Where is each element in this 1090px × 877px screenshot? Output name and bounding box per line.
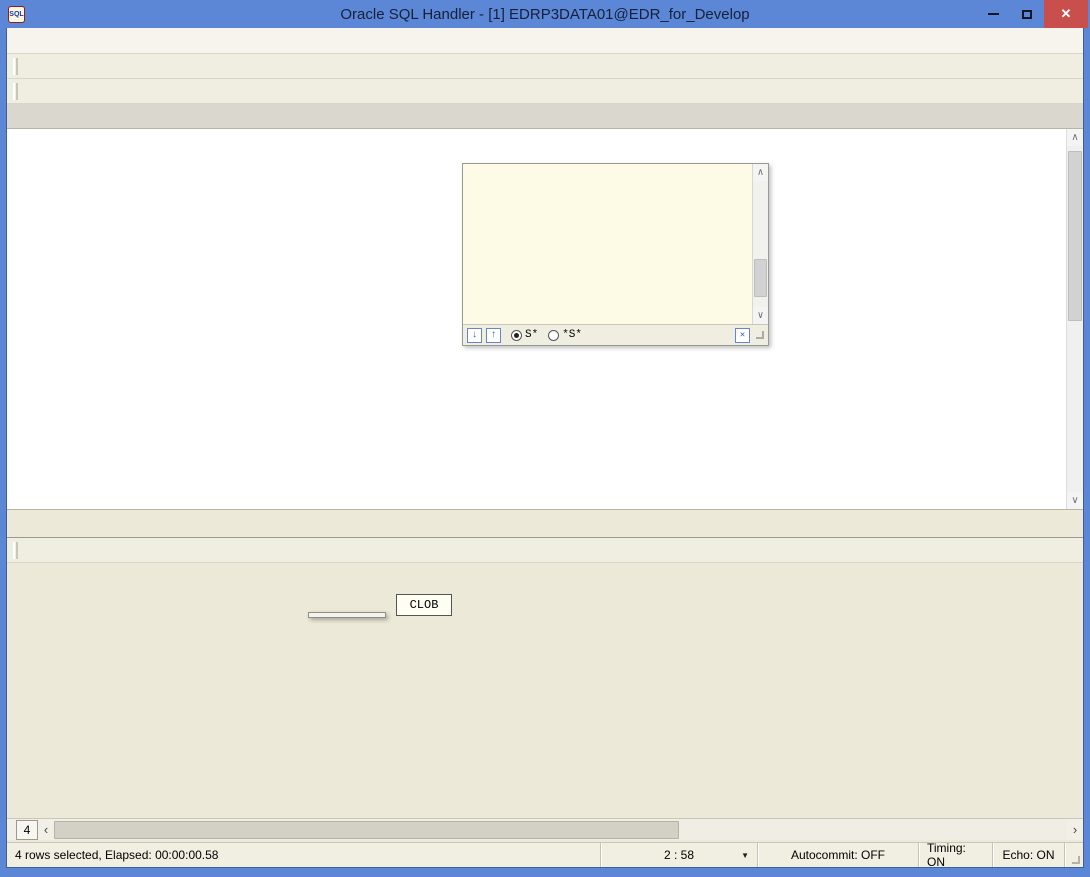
scroll-up-icon[interactable]: ∧	[753, 164, 768, 181]
menu-bar	[7, 28, 1083, 54]
scroll-down-icon[interactable]: ∨	[753, 307, 768, 324]
app-window: SQL Oracle SQL Handler - [1] EDRP3DATA01…	[0, 0, 1090, 877]
scrollbar-thumb[interactable]	[754, 259, 767, 297]
radio-label: S*	[525, 329, 538, 341]
cursor-position-value: 2 : 58	[664, 848, 694, 862]
move-down-button[interactable]: ↓	[467, 328, 482, 343]
popup-resize-grip[interactable]	[756, 331, 764, 339]
cursor-position[interactable]: 2 : 58 ▼	[601, 843, 758, 867]
scroll-up-icon[interactable]: ∧	[1067, 129, 1083, 146]
minimize-button[interactable]	[976, 0, 1010, 28]
sql-editor[interactable]: ∧ ∨ ∧ ∨ ↓ ↑ S* *S* ✕	[7, 128, 1083, 509]
scroll-down-icon[interactable]: ∨	[1067, 492, 1083, 509]
timing-status: Timing: ON	[919, 843, 993, 867]
app-icon: SQL	[8, 6, 25, 23]
scrollbar-thumb[interactable]	[1068, 151, 1082, 321]
splitter[interactable]	[7, 509, 1083, 516]
scroll-right-icon[interactable]: ›	[1067, 820, 1083, 840]
chevron-down-icon[interactable]: ▼	[741, 851, 749, 860]
session-tabstrip	[7, 104, 1083, 128]
match-contains-radio[interactable]: *S*	[548, 329, 582, 341]
autocomplete-popup: ∧ ∨ ↓ ↑ S* *S* ✕	[462, 163, 769, 346]
status-rows-info: 4 rows selected, Elapsed: 00:00:00.58	[7, 843, 601, 867]
popup-close-button[interactable]: ✕	[735, 328, 750, 343]
title-bar: SQL Oracle SQL Handler - [1] EDRP3DATA01…	[0, 0, 1090, 28]
match-prefix-radio[interactable]: S*	[511, 329, 538, 341]
move-up-button[interactable]: ↑	[486, 328, 501, 343]
scroll-left-icon[interactable]: ‹	[38, 820, 54, 840]
session-toolbar	[7, 79, 1083, 104]
bottom-tabstrip	[7, 516, 1083, 538]
clob-tooltip: CLOB	[396, 594, 452, 616]
toolbar-grip[interactable]	[13, 542, 18, 559]
horizontal-scrollbar: 4 ‹ ›	[7, 818, 1083, 840]
toolbar-grip[interactable]	[13, 83, 18, 100]
editor-vertical-scrollbar[interactable]: ∧ ∨	[1066, 129, 1083, 509]
radio-label: *S*	[562, 329, 582, 341]
toolbar-grip[interactable]	[13, 58, 18, 75]
context-menu	[308, 612, 386, 618]
close-button[interactable]: ✕	[1044, 0, 1088, 28]
scrollbar-thumb[interactable]	[54, 821, 679, 839]
results-toolbar	[7, 538, 1083, 563]
autocommit-status: Autocommit: OFF	[758, 843, 919, 867]
status-bar: 4 rows selected, Elapsed: 00:00:00.58 2 …	[7, 842, 1083, 867]
main-toolbar	[7, 54, 1083, 79]
autocomplete-controls: ↓ ↑ S* *S* ✕	[463, 324, 768, 345]
echo-status: Echo: ON	[993, 843, 1065, 867]
resize-grip[interactable]	[1072, 856, 1080, 864]
maximize-button[interactable]	[1010, 0, 1044, 28]
popup-scrollbar[interactable]: ∧ ∨	[752, 164, 768, 324]
window-title: Oracle SQL Handler - [1] EDRP3DATA01@EDR…	[0, 6, 1090, 23]
scrollbar-track[interactable]	[54, 820, 1067, 840]
results-area: CLOB	[7, 563, 1083, 818]
row-count-button[interactable]: 4	[16, 820, 38, 840]
